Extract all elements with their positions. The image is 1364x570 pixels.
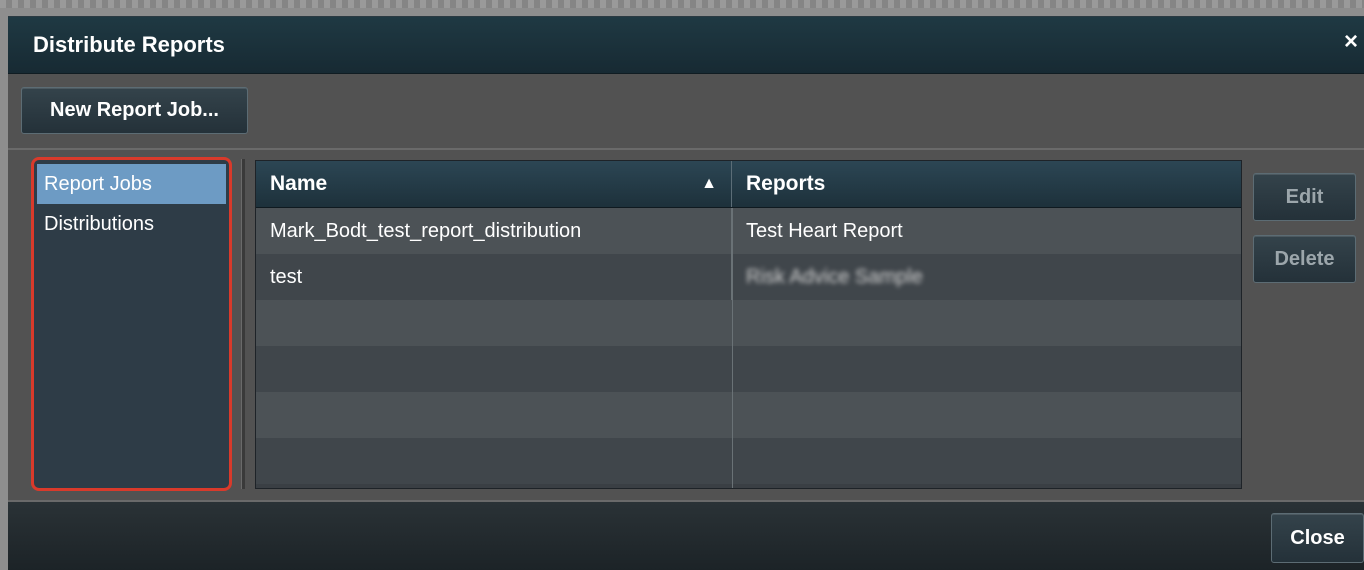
column-header-name-label: Name	[270, 172, 328, 195]
empty-table-row	[256, 392, 1241, 438]
report-jobs-table: Name ▲ Reports Mark_Bodt_test_report_dis…	[255, 160, 1242, 489]
list-item-report-jobs[interactable]: Report Jobs	[37, 164, 226, 204]
column-divider	[732, 208, 733, 488]
cell-reports: Test Heart Report	[746, 219, 903, 242]
edit-button[interactable]: Edit	[1253, 173, 1356, 221]
table-row[interactable]: test Risk Advice Sample	[256, 254, 1241, 300]
panel-splitter[interactable]	[241, 159, 245, 489]
dialog-footer	[8, 500, 1364, 570]
list-item-distributions[interactable]: Distributions	[37, 204, 226, 244]
dialog-title: Distribute Reports	[33, 32, 225, 57]
cell-name: test	[256, 254, 732, 300]
column-header-reports-label: Reports	[746, 172, 826, 195]
distribute-reports-dialog: Distribute Reports × New Report Job... R…	[8, 16, 1364, 570]
cell-reports: Risk Advice Sample	[746, 265, 923, 288]
background-strip	[0, 0, 1364, 8]
close-button[interactable]: Close	[1271, 513, 1364, 563]
toolbar-divider	[8, 148, 1364, 150]
table-header: Name ▲ Reports	[256, 161, 1241, 208]
empty-table-row	[256, 438, 1241, 484]
close-icon[interactable]: ×	[1344, 30, 1358, 54]
cell-name: Mark_Bodt_test_report_distribution	[256, 208, 732, 254]
dialog-titlebar: Distribute Reports ×	[8, 17, 1364, 74]
column-header-name[interactable]: Name ▲	[256, 161, 732, 207]
sort-ascending-icon: ▲	[701, 175, 717, 192]
table-row[interactable]: Mark_Bodt_test_report_distribution Test …	[256, 208, 1241, 254]
delete-button[interactable]: Delete	[1253, 235, 1356, 283]
empty-table-row	[256, 300, 1241, 346]
empty-table-row	[256, 346, 1241, 392]
category-list: Report Jobs Distributions	[31, 157, 232, 491]
new-report-job-button[interactable]: New Report Job...	[21, 87, 248, 134]
column-header-reports[interactable]: Reports	[732, 161, 1241, 207]
